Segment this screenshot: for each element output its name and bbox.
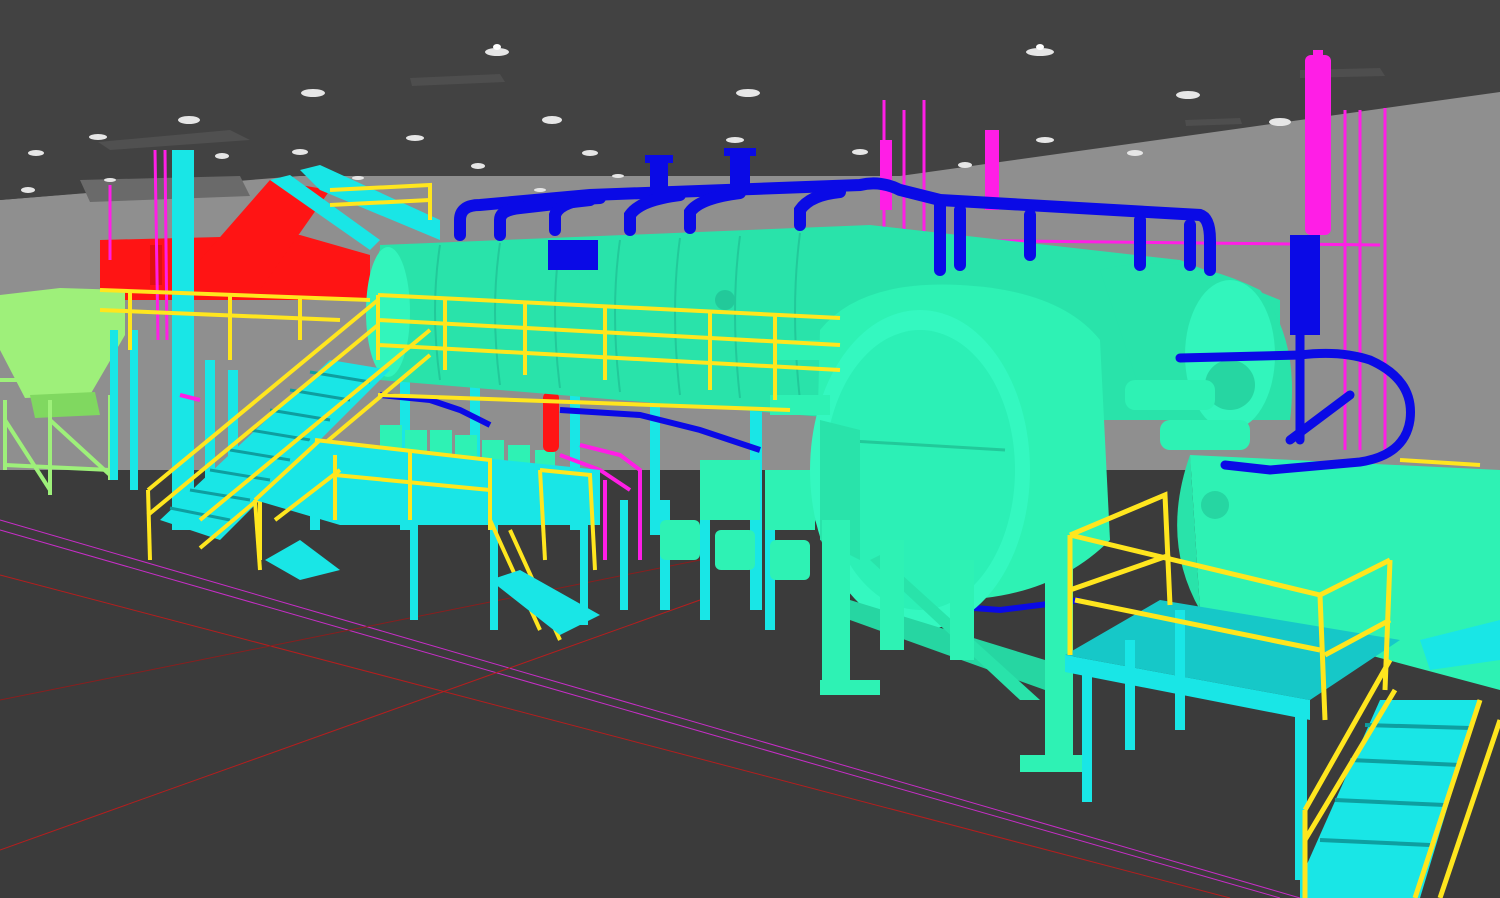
ceiling-light-icon — [104, 178, 116, 182]
ceiling-light-icon — [582, 150, 598, 156]
3d-viewport[interactable] — [0, 0, 1500, 898]
ceiling-light-icon — [1176, 91, 1200, 99]
ceiling-light-icon — [1127, 150, 1143, 156]
ceiling-light-icon — [958, 162, 972, 168]
ceiling-light-icon — [1269, 118, 1291, 126]
ceiling-light-icon — [612, 174, 624, 178]
utility-riser — [1305, 50, 1331, 235]
ceiling-light-icon — [21, 187, 35, 193]
ceiling-light-icon — [736, 89, 760, 97]
ceiling-light-icon — [352, 176, 364, 180]
ceiling-light-icon — [89, 134, 107, 140]
ceiling-light-icon — [406, 135, 424, 141]
ceiling-light-icon — [215, 153, 229, 159]
ceiling-light-icon — [542, 116, 562, 124]
ceiling-light-icon — [1036, 137, 1054, 143]
ceiling-light-icon — [534, 188, 546, 192]
ceiling-light-icon — [292, 149, 308, 155]
ceiling-light-icon — [852, 149, 868, 155]
ceiling-light-icon — [178, 116, 200, 124]
ceiling-light-icon — [726, 137, 744, 143]
ceiling-light-icon — [28, 150, 44, 156]
ceiling-light-icon — [471, 163, 485, 169]
ceiling-light-icon — [301, 89, 325, 97]
